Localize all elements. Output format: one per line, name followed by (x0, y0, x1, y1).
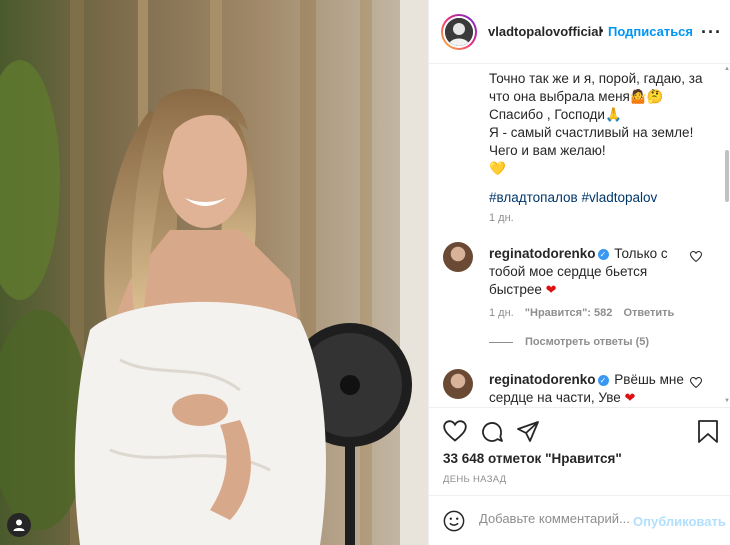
replies-divider (489, 341, 513, 343)
caption-line: Спасибо , Господи🙏 (489, 107, 622, 122)
comment-text: reginatodorenko ✓ Только с тобой мое серд… (489, 245, 689, 299)
post-header: vladtopalovofficial • Подписаться ··· (429, 0, 730, 64)
more-options-button[interactable]: ··· (701, 22, 722, 43)
comment-body: быстрее (489, 282, 542, 297)
user-icon (13, 519, 25, 531)
post-panel: vladtopalovofficial • Подписаться ··· То… (428, 0, 730, 545)
reply-button[interactable]: Ответить (623, 307, 674, 319)
author-avatar[interactable] (441, 14, 477, 50)
comment-age: 1 дн. (489, 307, 514, 319)
comment-username[interactable]: reginatodorenko (489, 246, 596, 261)
caption-line: Я - самый счастливый на земле! (489, 125, 694, 140)
scrollbar[interactable] (724, 65, 730, 407)
comment-body: Рвёшь мне (614, 372, 684, 387)
share-icon (517, 421, 539, 442)
save-button[interactable] (697, 420, 719, 447)
scroll-down-arrow-icon[interactable]: ▼ (724, 398, 730, 404)
red-heart-emoji: ❤ (545, 282, 557, 297)
view-replies-button[interactable]: Посмотреть ответы (5) (489, 336, 649, 348)
header-separator: • (599, 23, 604, 38)
verified-icon: ✓ (597, 248, 609, 260)
red-heart-emoji: ❤ (624, 390, 636, 405)
scroll-up-arrow-icon[interactable]: ▲ (724, 66, 730, 72)
comment-button[interactable] (480, 420, 504, 447)
likes-count[interactable]: 33 648 отметок "Нравится" (443, 451, 622, 466)
caption-age: 1 дн. (489, 212, 514, 224)
heart-icon (443, 420, 467, 442)
comment-body: сердце на части, Уве (489, 390, 621, 405)
comment-body: тобой мое сердце бьется (489, 264, 648, 279)
comment-input[interactable] (479, 511, 634, 526)
user-tag-button[interactable] (7, 513, 31, 537)
caption-line: что она выбрала меня🤷🤔 (489, 89, 664, 104)
like-comment-button[interactable] (689, 250, 703, 265)
author-username[interactable]: vladtopalovofficial (488, 24, 602, 39)
caption-line: Точно так же и я, порой, гадаю, за (489, 71, 703, 86)
follow-button[interactable]: Подписаться (608, 24, 693, 39)
scrollbar-thumb[interactable] (725, 150, 729, 202)
caption-line: Чего и вам желаю! (489, 143, 606, 158)
post-timestamp[interactable]: ДЕНЬ НАЗАД (443, 474, 506, 485)
emoji-button[interactable] (443, 510, 465, 535)
avatar-image (445, 18, 473, 46)
comment-icon (482, 422, 503, 442)
comment-avatar[interactable] (443, 242, 473, 272)
post-actions (429, 407, 730, 455)
caption-line: 💛 (489, 161, 506, 176)
comment-username[interactable]: reginatodorenko (489, 372, 596, 387)
verified-icon: ✓ (597, 374, 609, 386)
publish-button[interactable]: Опубликовать (633, 514, 726, 529)
comment-likes[interactable]: "Нравится": 582 (525, 307, 613, 319)
bookmark-icon (698, 420, 718, 443)
comment-text: reginatodorenko ✓ Рвёшь мне сердце на час… (489, 371, 689, 407)
heart-outline-icon (689, 376, 703, 389)
add-comment-bar: Опубликовать (429, 495, 730, 545)
like-comment-button[interactable] (689, 376, 703, 391)
view-replies-label: Посмотреть ответы (5) (525, 336, 650, 348)
comment-meta: 1 дн. "Нравится": 582 Ответить (489, 307, 682, 319)
heart-outline-icon (689, 250, 703, 263)
caption-hashtags[interactable]: #владтопалов #vladtopalov (489, 189, 657, 207)
comments-scroll-area[interactable]: Точно так же и я, порой, гадаю, за что о… (429, 65, 730, 407)
smiley-icon (443, 510, 465, 532)
like-button[interactable] (443, 420, 467, 445)
post-photo[interactable] (0, 0, 428, 545)
comment-avatar[interactable] (443, 369, 473, 399)
comment-body: Только с (614, 246, 668, 261)
share-button[interactable] (516, 420, 540, 447)
photo-image (0, 0, 428, 545)
